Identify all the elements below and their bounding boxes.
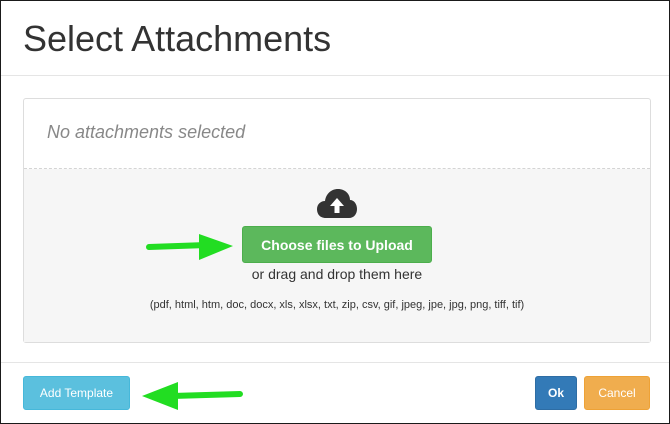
add-template-button[interactable]: Add Template	[23, 376, 130, 410]
cloud-upload-icon	[317, 189, 357, 218]
arrow-right-icon	[146, 234, 233, 260]
cancel-button[interactable]: Cancel	[584, 376, 650, 410]
dialog-title: Select Attachments	[23, 18, 332, 59]
footer-divider	[1, 362, 669, 363]
arrow-left-icon	[142, 382, 243, 410]
file-dropzone[interactable]: Choose files to Upload or drag and drop …	[24, 169, 650, 342]
choose-files-button[interactable]: Choose files to Upload	[242, 226, 432, 263]
attachments-list: No attachments selected	[24, 99, 650, 169]
allowed-file-types: (pdf, html, htm, doc, docx, xls, xlsx, t…	[149, 299, 525, 311]
attachments-panel: No attachments selected Choose files to …	[23, 98, 651, 343]
empty-attachments-message: No attachments selected	[47, 122, 246, 142]
ok-button[interactable]: Ok	[535, 376, 577, 410]
select-attachments-dialog: Select Attachments No attachments select…	[0, 0, 670, 424]
drag-drop-hint: or drag and drop them here	[251, 266, 423, 282]
dialog-header: Select Attachments	[1, 1, 669, 76]
